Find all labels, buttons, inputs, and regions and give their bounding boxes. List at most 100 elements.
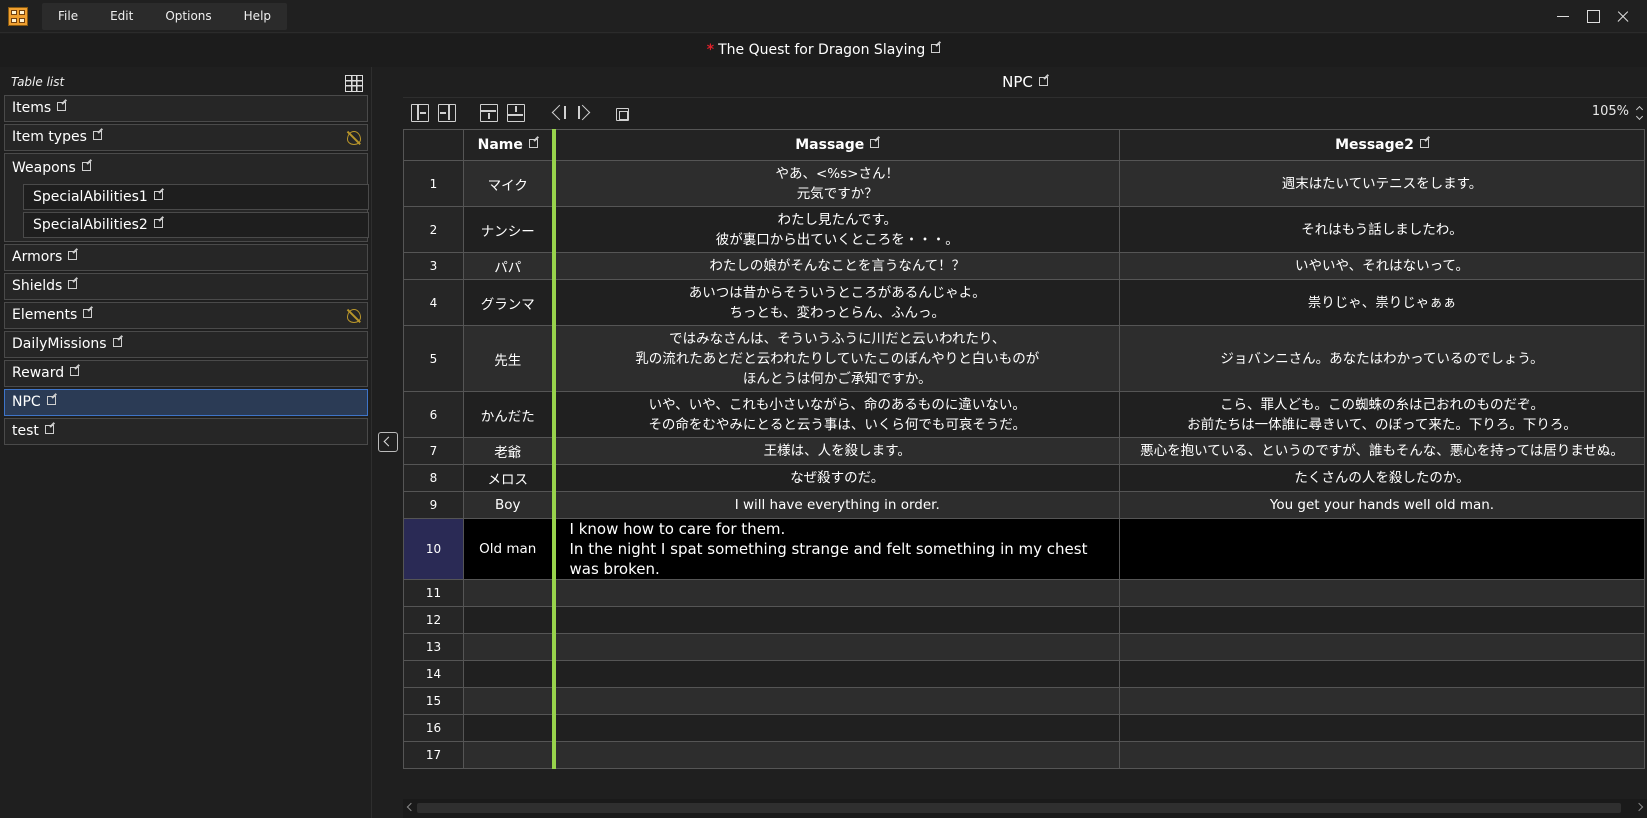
table-row[interactable]: 5 先生 ではみなさんは、そういうふうに川だと云いわれたり、 乳の流れたあとだと云わ… (403, 325, 1645, 392)
table-row[interactable]: 4 グランマ あいつは昔からそういうところがあるんじゃよ。 ちっとも、変わっとらん、… (403, 279, 1645, 326)
cell-name[interactable] (463, 579, 556, 607)
row-number[interactable]: 13 (403, 633, 464, 661)
table-row[interactable]: 3 パパ わたしの娘がそんなことを言うなんて！？ いやいや、それはないって。 (403, 252, 1645, 280)
edit-icon[interactable] (153, 191, 163, 200)
row-number[interactable]: 4 (403, 279, 464, 326)
cell-name[interactable]: 先生 (463, 325, 556, 392)
cell-message2[interactable]: それはもう話しましたわ。 (1119, 206, 1645, 253)
edit-column-icon[interactable] (528, 139, 538, 148)
row-number[interactable]: 6 (403, 391, 464, 438)
maximize-button[interactable] (1582, 6, 1604, 26)
row-number[interactable]: 12 (403, 606, 464, 634)
row-number[interactable]: 1 (403, 160, 464, 207)
cell-message2[interactable]: こら、罪人ども。この蜘蛛の糸は己おれのものだぞ。 お前たちは一体誰に尋きいて、の… (1119, 391, 1645, 438)
cell-massage[interactable] (553, 741, 1120, 769)
edit-icon[interactable] (68, 280, 78, 289)
table-row[interactable]: 10 Old man I know how to care for them. In… (403, 518, 1645, 580)
table-row[interactable]: 11 (403, 579, 1645, 607)
cell-massage[interactable]: わたしの娘がそんなことを言うなんて！？ (553, 252, 1120, 280)
row-number[interactable]: 7 (403, 437, 464, 465)
cell-message2[interactable] (1119, 579, 1645, 607)
eye-off-icon[interactable] (347, 131, 361, 145)
table-item-armors[interactable]: Armors (4, 244, 368, 271)
table-item-specialabilities1[interactable]: SpecialAbilities1 (23, 184, 369, 210)
table-row[interactable]: 17 (403, 741, 1645, 769)
cell-name[interactable] (463, 660, 556, 688)
table-item-item-types[interactable]: Item types (4, 124, 368, 151)
cell-message2[interactable]: 週末はたいていテニスをします。 (1119, 160, 1645, 207)
table-row[interactable]: 14 (403, 660, 1645, 688)
edit-icon[interactable] (70, 367, 80, 376)
table-row[interactable]: 9 Boy I will have everything in order. You … (403, 491, 1645, 519)
scroll-track[interactable] (417, 803, 1621, 813)
row-number[interactable]: 17 (403, 741, 464, 769)
cell-massage[interactable]: わたし見たんです。 彼が裏口から出ていくところを・・・。 (553, 206, 1120, 253)
cell-name[interactable]: パパ (463, 252, 556, 280)
zoom-spinner-icon[interactable] (1636, 105, 1642, 121)
edit-icon[interactable] (68, 251, 78, 260)
cell-message2[interactable]: ジョバンニさん。あなたはわかっているのでしょう。 (1119, 325, 1645, 392)
cell-name[interactable]: ナンシー (463, 206, 556, 253)
cell-massage[interactable]: あいつは昔からそういうところがあるんじゃよ。 ちっとも、変わっとらん、ふんっ。 (553, 279, 1120, 326)
cell-massage[interactable]: 王様は、人を殺します。 (553, 437, 1120, 465)
cell-massage[interactable]: I will have everything in order. (553, 491, 1120, 519)
table-item-elements[interactable]: Elements (4, 302, 368, 329)
edit-column-icon[interactable] (1419, 139, 1429, 148)
table-row[interactable]: 16 (403, 714, 1645, 742)
edit-column-icon[interactable] (870, 139, 880, 148)
cell-message2[interactable] (1119, 518, 1645, 580)
cell-message2[interactable] (1119, 687, 1645, 715)
eye-off-icon[interactable] (347, 309, 361, 323)
collapse-panel-button[interactable] (378, 432, 398, 452)
scroll-left-icon[interactable] (406, 802, 416, 812)
edit-icon[interactable] (83, 309, 93, 318)
cell-name[interactable]: グランマ (463, 279, 556, 326)
cell-message2[interactable] (1119, 633, 1645, 661)
cell-message2[interactable]: いやいや、それはないって。 (1119, 252, 1645, 280)
cell-massage[interactable]: いや、いや、これも小さいながら、命のあるものに違いない。 その命をむやみにとると… (553, 391, 1120, 438)
cell-name[interactable]: Boy (463, 491, 556, 519)
row-number[interactable]: 9 (403, 491, 464, 519)
duplicate-icon[interactable] (616, 108, 629, 121)
table-row[interactable]: 15 (403, 687, 1645, 715)
column-header-name[interactable]: Name (463, 129, 556, 161)
row-number[interactable]: 15 (403, 687, 464, 715)
menu-edit[interactable]: Edit (94, 3, 149, 30)
cell-message2[interactable]: 祟りじゃ、祟りじゃぁぁ (1119, 279, 1645, 326)
move-column-right-icon[interactable] (576, 104, 594, 122)
table-row[interactable]: 12 (403, 606, 1645, 634)
cell-massage[interactable]: ではみなさんは、そういうふうに川だと云いわれたり、 乳の流れたあとだと云われたり… (553, 325, 1120, 392)
table-row[interactable]: 7 老爺 王様は、人を殺します。 悪心を抱いている、というのですが、誰もそんな、悪心を… (403, 437, 1645, 465)
menu-file[interactable]: File (42, 3, 94, 30)
table-item-shields[interactable]: Shields (4, 273, 368, 300)
insert-column-right-icon[interactable] (438, 104, 456, 122)
menu-options[interactable]: Options (149, 3, 227, 30)
cell-name[interactable] (463, 687, 556, 715)
edit-icon[interactable] (57, 102, 67, 111)
cell-name[interactable] (463, 633, 556, 661)
table-row[interactable]: 8 メロス なぜ殺すのだ。 たくさんの人を殺したのか。 (403, 464, 1645, 492)
cell-name[interactable]: 老爺 (463, 437, 556, 465)
close-button[interactable] (1612, 6, 1634, 26)
table-item-reward[interactable]: Reward (4, 360, 368, 387)
table-item-dailymissions[interactable]: DailyMissions (4, 331, 368, 358)
table-item-npc[interactable]: NPC (4, 389, 368, 416)
insert-row-above-icon[interactable] (480, 104, 498, 122)
cell-massage[interactable] (553, 714, 1120, 742)
cell-name[interactable]: マイク (463, 160, 556, 207)
table-row[interactable]: 1 マイク やあ、<%s>さん！ 元気ですか？ 週末はたいていテニスをします。 (403, 160, 1645, 207)
row-number[interactable]: 3 (403, 252, 464, 280)
edit-icon[interactable] (153, 219, 163, 228)
move-column-left-icon[interactable] (549, 104, 567, 122)
app-logo-icon[interactable] (8, 7, 28, 26)
insert-column-left-icon[interactable] (411, 104, 429, 122)
table-row[interactable]: 13 (403, 633, 1645, 661)
edit-icon[interactable] (46, 396, 56, 405)
add-table-icon[interactable] (345, 75, 363, 92)
column-header-massage[interactable]: Massage (553, 129, 1120, 161)
cell-name[interactable] (463, 606, 556, 634)
cell-massage[interactable] (553, 687, 1120, 715)
row-number[interactable]: 10 (403, 518, 464, 580)
row-number[interactable]: 11 (403, 579, 464, 607)
cell-message2[interactable] (1119, 714, 1645, 742)
